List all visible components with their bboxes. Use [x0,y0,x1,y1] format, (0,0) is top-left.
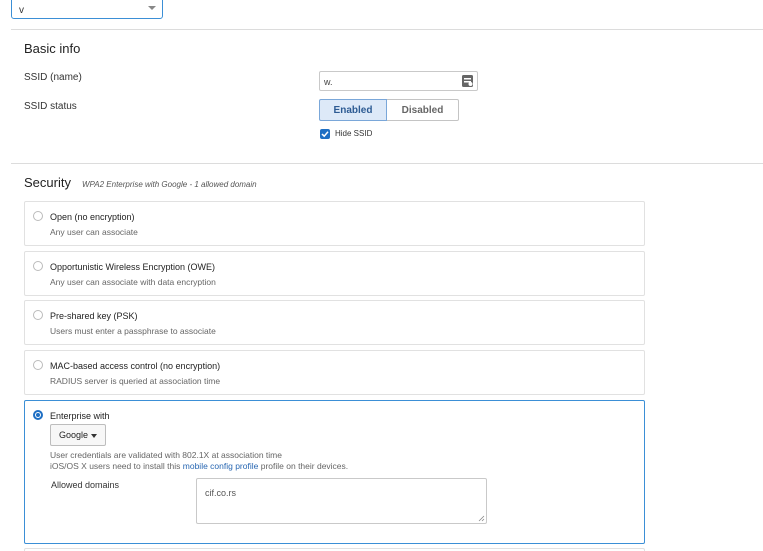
option-title: Opportunistic Wireless Encryption (OWE) [50,262,216,272]
option-title: Pre-shared key (PSK) [50,311,138,321]
security-option-owe[interactable]: Opportunistic Wireless Encryption (OWE) … [24,251,645,296]
security-option-enterprise[interactable]: Enterprise with Google User credentials … [24,400,645,544]
status-disabled-button[interactable]: Disabled [387,99,459,121]
option-title: MAC-based access control (no encryption) [50,361,221,371]
enterprise-ios-note: iOS/OS X users need to install this mobi… [50,461,348,471]
chevron-down-icon [148,6,156,10]
checkmark-icon [321,131,329,138]
option-description: RADIUS server is queried at association … [50,376,221,386]
security-subtitle: WPA2 Enterprise with Google - 1 allowed … [82,180,257,189]
divider [11,163,763,164]
status-enabled-button[interactable]: Enabled [319,99,387,121]
basic-info-title: Basic info [24,41,81,56]
radio-button[interactable] [33,310,43,320]
ios-note-prefix: iOS/OS X users need to install this [50,461,183,471]
radio-button[interactable] [33,211,43,221]
option-description: Users must enter a passphrase to associa… [50,326,216,336]
mobile-config-profile-link[interactable]: mobile config profile [183,461,259,471]
allowed-domains-value: cif.co.rs [205,488,237,498]
ssid-input-value: w. [324,77,333,87]
ios-note-suffix: profile on their devices. [258,461,349,471]
password-manager-icon[interactable] [462,75,473,87]
allowed-domains-label: Allowed domains [51,480,120,490]
radio-button[interactable] [33,360,43,370]
allowed-domains-textarea[interactable]: cif.co.rs [196,478,487,524]
enterprise-description: User credentials are validated with 802.… [50,450,282,460]
security-option-open[interactable]: Open (no encryption) Any user can associ… [24,201,645,246]
ssid-label: SSID (name) [24,72,82,83]
provider-value: Google [59,430,89,440]
radio-button[interactable] [33,261,43,271]
top-select-value: v [19,5,24,16]
option-title: Open (no encryption) [50,212,135,222]
hide-ssid-checkbox[interactable] [320,129,330,139]
security-option-psk[interactable]: Pre-shared key (PSK) Users must enter a … [24,300,645,345]
hide-ssid-label: Hide SSID [335,129,373,138]
enterprise-provider-dropdown[interactable]: Google [50,424,106,446]
top-select[interactable]: v [11,0,163,19]
resize-grip-icon[interactable] [478,515,485,522]
option-description: Any user can associate [50,227,138,237]
security-title: Security [24,175,71,190]
security-option-mac[interactable]: MAC-based access control (no encryption)… [24,350,645,395]
radio-button-selected[interactable] [33,410,43,420]
option-description: Any user can associate with data encrypt… [50,277,216,287]
ssid-input[interactable]: w. [319,71,478,91]
option-title: Enterprise with [50,411,110,421]
caret-down-icon [91,434,97,438]
divider [11,29,763,30]
ssid-status-label: SSID status [24,101,77,112]
